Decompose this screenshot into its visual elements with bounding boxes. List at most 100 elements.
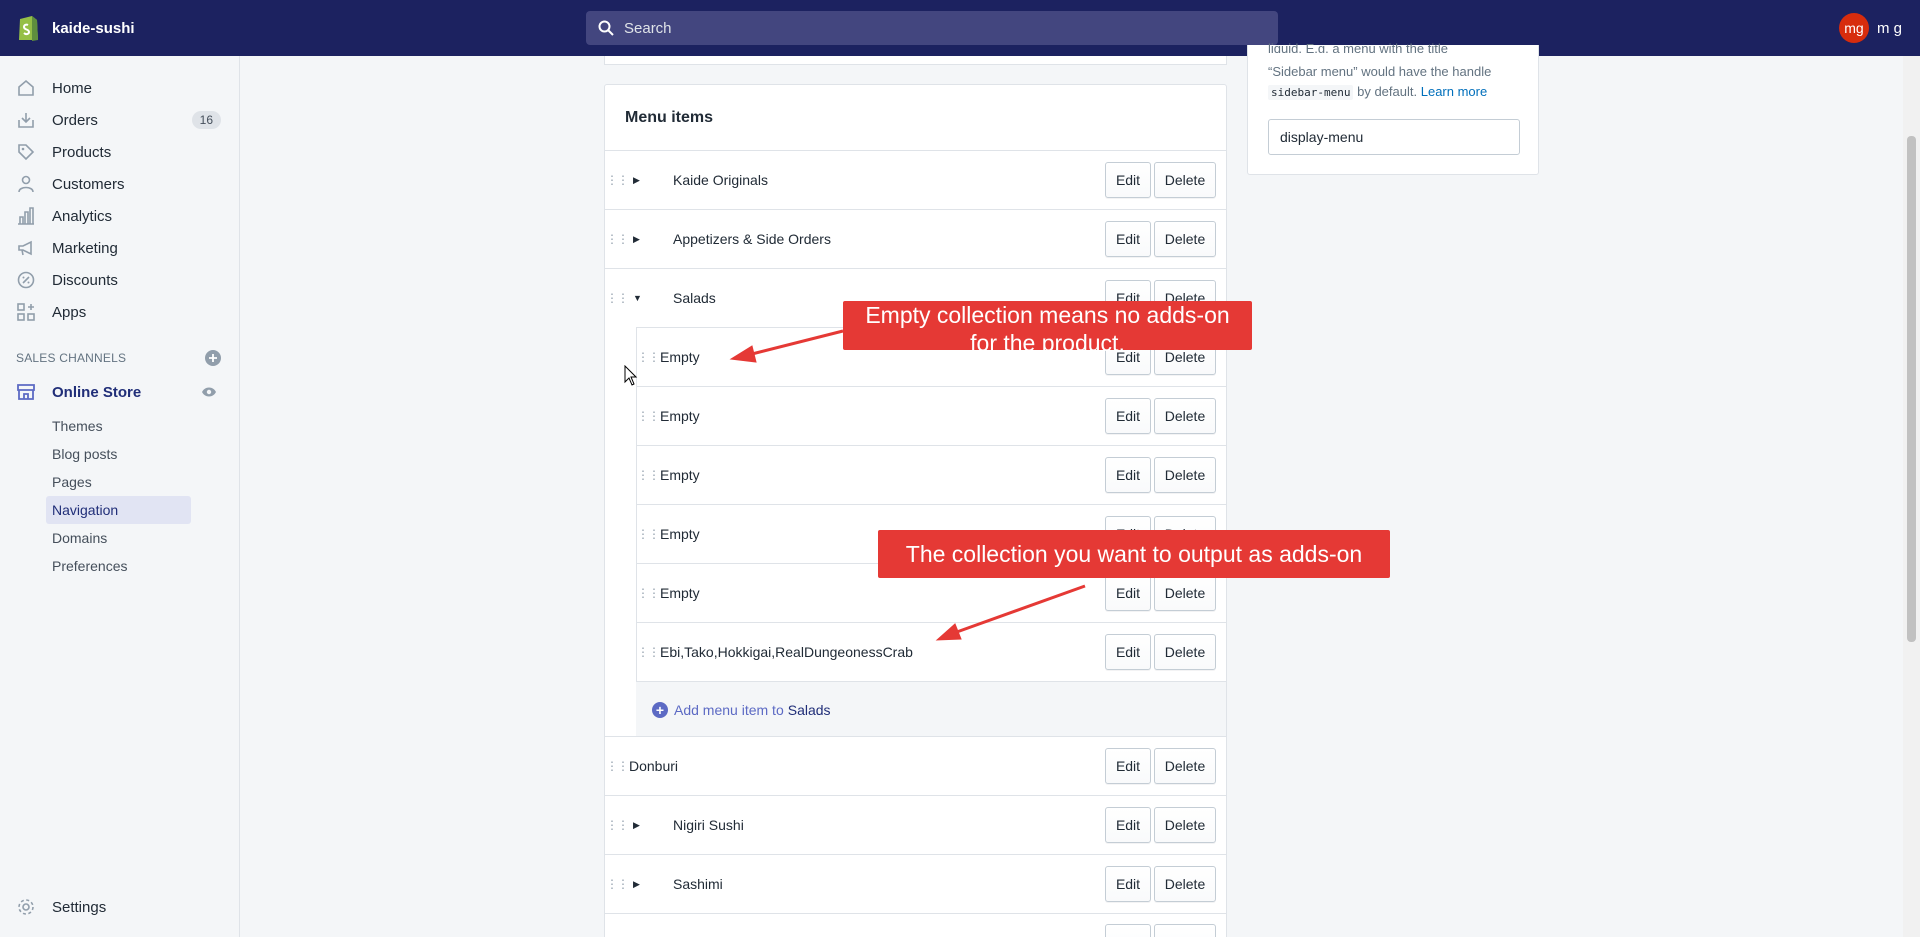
drag-handle-icon[interactable]: ⋮⋮: [636, 350, 660, 364]
edit-button[interactable]: Edit: [1105, 807, 1151, 843]
apps-icon: [16, 302, 36, 322]
handle-description-text: “Sidebar menu” would have the handle: [1268, 64, 1492, 79]
drag-handle-icon[interactable]: ⋮⋮: [605, 759, 629, 773]
drag-handle-icon[interactable]: ⋮⋮: [636, 468, 660, 482]
edit-button[interactable]: Edit: [1105, 162, 1151, 198]
sidebar-item-apps[interactable]: Apps: [0, 296, 239, 328]
annotation-line: Empty collection means no adds-on: [865, 302, 1230, 328]
drag-handle-icon[interactable]: ⋮⋮: [636, 409, 660, 423]
menu-item-row[interactable]: ⋮⋮ ▶ Appetizers & Side Orders Edit Delete: [605, 209, 1226, 268]
child-menu-item-row[interactable]: ⋮⋮ Ebi,Tako,Hokkigai,RealDungeonessCrab …: [636, 622, 1226, 681]
sidebar-sub-navigation[interactable]: Navigation: [46, 496, 191, 524]
sidebar-item-label: Settings: [52, 898, 107, 916]
handle-input[interactable]: display-menu: [1268, 119, 1520, 155]
gear-icon: [16, 897, 36, 917]
sidebar-item-products[interactable]: Products: [0, 136, 239, 168]
menu-item-row[interactable]: ⋮⋮ ▶ Nigiri Sushi Edit Delete: [605, 795, 1226, 854]
menu-item-label: Donburi: [629, 758, 679, 774]
sidebar-sub-themes[interactable]: Themes: [0, 412, 239, 440]
sidebar-item-label: Products: [52, 143, 112, 161]
delete-button[interactable]: Delete: [1154, 634, 1216, 670]
drag-handle-icon[interactable]: ⋮⋮: [636, 527, 660, 541]
drag-handle-icon[interactable]: ⋮⋮: [605, 877, 629, 891]
bar-chart-icon: [16, 206, 36, 226]
handle-description: “Sidebar menu” would have the handle sid…: [1268, 62, 1528, 103]
edit-button[interactable]: Edit: [1105, 398, 1151, 434]
delete-button[interactable]: Delete: [1154, 575, 1216, 611]
edit-button[interactable]: Edit: [1105, 748, 1151, 784]
learn-more-link[interactable]: Learn more: [1421, 84, 1487, 99]
add-menu-item-target: Salads: [787, 701, 831, 718]
search-icon: [598, 20, 614, 36]
previous-card-bottom: [604, 56, 1227, 65]
home-icon: [16, 78, 36, 98]
sidebar-item-orders[interactable]: Orders 16: [0, 104, 239, 136]
store-icon: [16, 382, 36, 402]
drag-handle-icon[interactable]: ⋮⋮: [605, 173, 629, 187]
search-placeholder: Search: [624, 19, 672, 37]
user-menu[interactable]: mg m g: [1838, 13, 1902, 43]
annotation-line: for the product.: [970, 330, 1125, 356]
child-menu-item-row[interactable]: ⋮⋮ Empty EditDelete: [636, 386, 1226, 445]
sidebar-item-customers[interactable]: Customers: [0, 168, 239, 200]
sidebar-sub-blog-posts[interactable]: Blog posts: [0, 440, 239, 468]
delete-button[interactable]: Delete: [1154, 398, 1216, 434]
sidebar: Home Orders 16 Products Customers Analyt…: [0, 56, 240, 937]
delete-button[interactable]: Delete: [1154, 457, 1216, 493]
edit-button[interactable]: [1105, 924, 1151, 937]
menu-item-row-partial[interactable]: [605, 913, 1226, 937]
drag-handle-icon[interactable]: ⋮⋮: [636, 586, 660, 600]
menu-item-row[interactable]: ⋮⋮ ▶ Sashimi Edit Delete: [605, 854, 1226, 913]
caret-down-icon[interactable]: ▼: [633, 293, 645, 303]
edit-button[interactable]: Edit: [1105, 457, 1151, 493]
delete-button[interactable]: Delete: [1154, 221, 1216, 257]
sidebar-sub-preferences[interactable]: Preferences: [0, 552, 239, 580]
delete-button[interactable]: Delete: [1154, 162, 1216, 198]
drag-handle-icon[interactable]: ⋮⋮: [605, 232, 629, 246]
delete-button[interactable]: Delete: [1154, 807, 1216, 843]
sidebar-item-label: Online Store: [52, 383, 142, 401]
menu-item-row[interactable]: ⋮⋮ ▶ Kaide Originals Edit Delete: [605, 150, 1226, 209]
edit-button[interactable]: Edit: [1105, 575, 1151, 611]
drag-handle-icon[interactable]: ⋮⋮: [605, 291, 629, 305]
sidebar-item-discounts[interactable]: Discounts: [0, 264, 239, 296]
sidebar-sub-domains[interactable]: Domains: [0, 524, 239, 552]
sidebar-item-label: Customers: [52, 175, 125, 193]
menu-item-row[interactable]: ⋮⋮ Donburi Edit Delete: [605, 736, 1226, 795]
store-switcher[interactable]: kaide-sushi: [0, 13, 240, 43]
caret-right-icon[interactable]: ▶: [633, 820, 645, 831]
edit-button[interactable]: Edit: [1105, 866, 1151, 902]
delete-button[interactable]: Delete: [1154, 748, 1216, 784]
caret-right-icon[interactable]: ▶: [633, 234, 645, 245]
sidebar-sub-pages[interactable]: Pages: [0, 468, 239, 496]
person-icon: [16, 174, 36, 194]
child-menu-item-row[interactable]: ⋮⋮ Empty EditDelete: [636, 445, 1226, 504]
sidebar-item-label: Discounts: [52, 271, 118, 289]
edit-button[interactable]: Edit: [1105, 634, 1151, 670]
drag-handle-icon[interactable]: ⋮⋮: [605, 818, 629, 832]
mouse-cursor-icon: [624, 365, 638, 386]
handle-card: liquid. E.g. a menu with the title “Side…: [1247, 41, 1539, 175]
add-channel-icon[interactable]: [205, 350, 221, 366]
caret-right-icon[interactable]: ▶: [633, 879, 645, 890]
sidebar-item-settings[interactable]: Settings: [0, 891, 106, 923]
eye-icon[interactable]: [201, 386, 217, 398]
sidebar-item-label: Orders: [52, 111, 98, 129]
sidebar-item-analytics[interactable]: Analytics: [0, 200, 239, 232]
page-scrollbar[interactable]: [1903, 56, 1920, 937]
menu-item-label: Appetizers & Side Orders: [673, 231, 831, 247]
search-input[interactable]: Search: [586, 11, 1278, 45]
sidebar-item-marketing[interactable]: Marketing: [0, 232, 239, 264]
handle-description-text2: by default.: [1357, 84, 1418, 99]
drag-handle-icon[interactable]: ⋮⋮: [636, 645, 660, 659]
add-menu-item-link[interactable]: + Add menu item to Salads: [636, 681, 1226, 737]
sales-channels-header: SALES CHANNELS: [0, 346, 239, 370]
delete-button[interactable]: [1154, 924, 1216, 937]
delete-button[interactable]: Delete: [1154, 866, 1216, 902]
sidebar-item-online-store[interactable]: Online Store: [0, 376, 239, 408]
edit-button[interactable]: Edit: [1105, 221, 1151, 257]
shopify-logo-icon: [19, 16, 38, 41]
sidebar-item-home[interactable]: Home: [0, 72, 239, 104]
caret-right-icon[interactable]: ▶: [633, 175, 645, 186]
scrollbar-thumb[interactable]: [1907, 136, 1916, 642]
